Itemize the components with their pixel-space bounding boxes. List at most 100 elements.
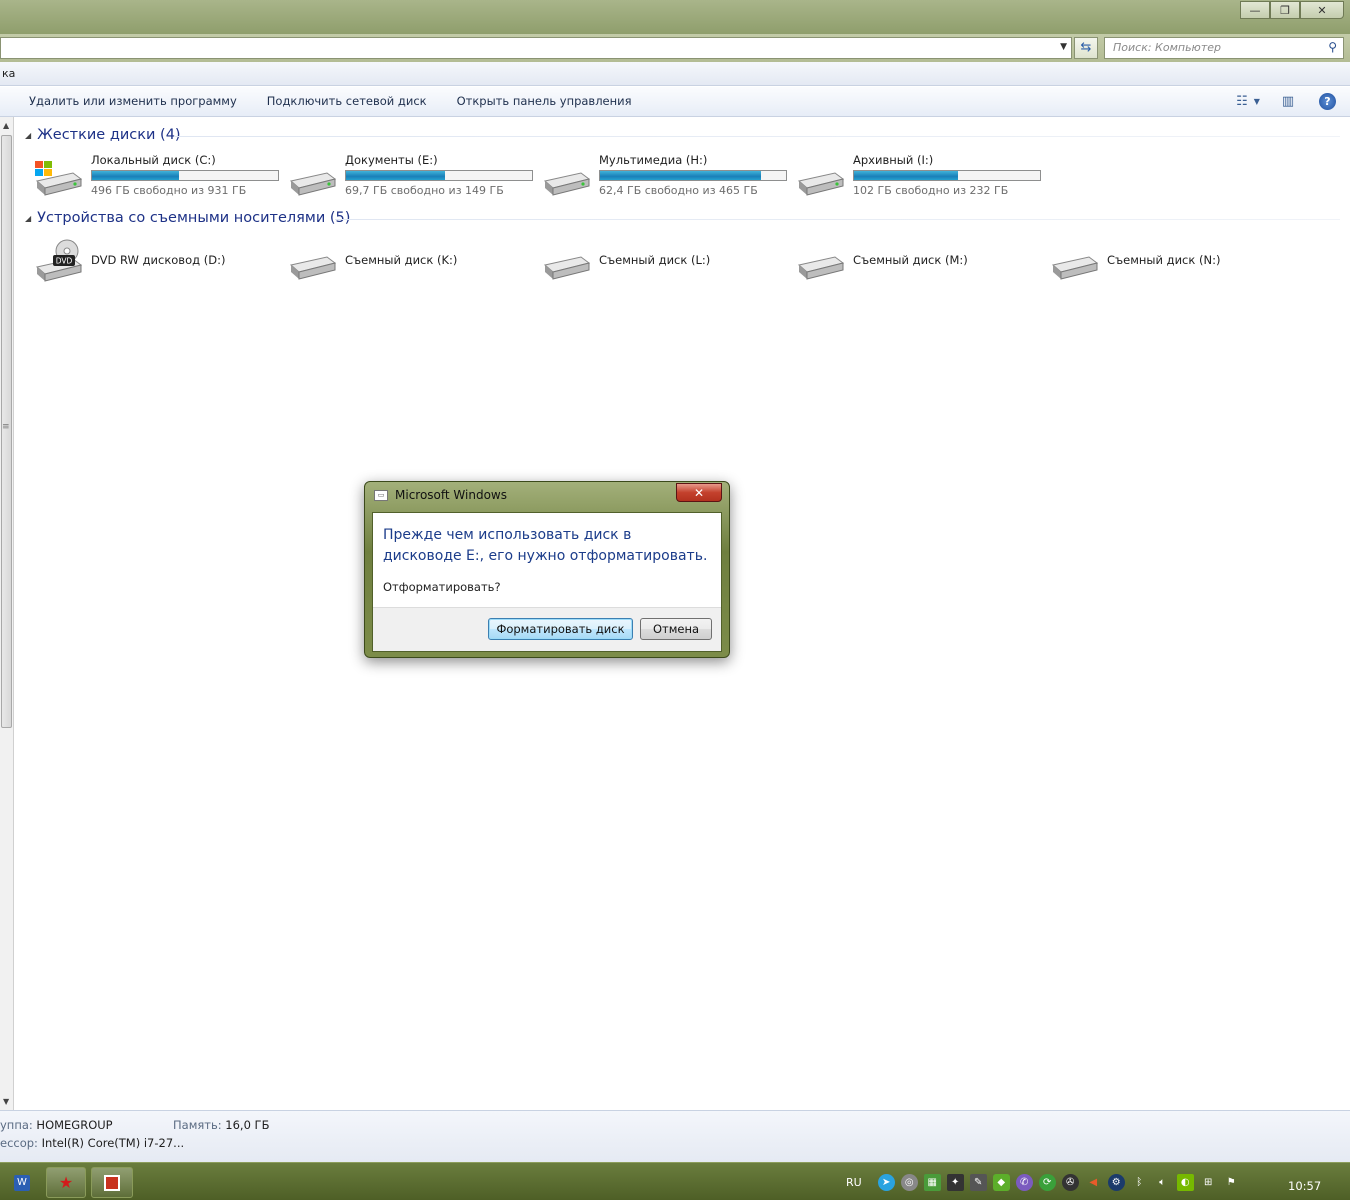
drive-name: Съемный диск (N:) [1107, 253, 1221, 267]
group-divider [335, 219, 1340, 220]
dialog-footer: Форматировать диск Отмена [373, 607, 721, 651]
removable-drive-icon [1051, 256, 1099, 280]
close-icon: ✕ [693, 485, 705, 500]
steam-icon[interactable]: ⚙ [1107, 1173, 1125, 1191]
hard-drive-icon [797, 172, 845, 196]
scroll-down-icon[interactable]: ▼ [3, 1097, 9, 1106]
network-app-icon[interactable]: ✇ [1061, 1173, 1079, 1191]
close-icon: ✕ [1317, 3, 1327, 17]
workgroup-info: уппа: HOMEGROUP [0, 1118, 113, 1132]
volume-icon[interactable]: 🔈︎ [1154, 1174, 1171, 1191]
view-options-button[interactable]: ☷ ▼ [1236, 92, 1260, 110]
group-divider [175, 136, 1340, 137]
workgroup-value: HOMEGROUP [36, 1118, 113, 1132]
tablet-icon[interactable]: ✎ [969, 1173, 987, 1191]
minimize-icon: — [1249, 3, 1261, 17]
drive-usage-bar [91, 170, 279, 181]
help-button[interactable]: ? [1319, 92, 1336, 110]
drive-name: Съемный диск (M:) [853, 253, 968, 267]
drive-item-m[interactable]: Съемный диск (M:) [795, 237, 1045, 285]
explorer-taskbar-button[interactable] [91, 1167, 133, 1198]
action-center-flag-icon[interactable]: ⚑ [1223, 1174, 1240, 1191]
dialog-title: Microsoft Windows [395, 488, 507, 502]
clock[interactable]: 10:57 [1288, 1179, 1321, 1193]
uninstall-program-button[interactable]: Удалить или изменить программу [29, 94, 237, 116]
preview-pane-button[interactable]: ▥ [1279, 92, 1297, 110]
chevron-down-icon: ▼ [1253, 96, 1260, 106]
game-app-icon[interactable]: ✦ [946, 1173, 964, 1191]
memory-info: Память: 16,0 ГБ [173, 1118, 269, 1132]
open-control-panel-button[interactable]: Открыть панель управления [457, 94, 632, 116]
removable-drive-icon [289, 256, 337, 280]
grid-app-icon[interactable]: ▦ [923, 1173, 941, 1191]
refresh-icon: ⇆ [1080, 40, 1092, 55]
taskbar: W ★ RU ➤ ◎ ▦ ✦ ✎ ◆ ✆ ⟳ ✇ ◀ ⚙ ᛒ 🔈︎ ◐ ⊞ ⚑ … [0, 1162, 1350, 1200]
collapse-triangle-icon[interactable]: ◢ [25, 214, 31, 223]
preview-pane-icon: ▥ [1281, 93, 1295, 109]
drive-usage-bar [599, 170, 787, 181]
format-disk-button[interactable]: Форматировать диск [488, 618, 633, 640]
restore-icon: ❐ [1280, 3, 1290, 17]
workgroup-label: уппа: [0, 1118, 33, 1132]
menu-item-fragment[interactable]: ка [2, 67, 15, 80]
telegram-icon[interactable]: ➤ [877, 1173, 895, 1191]
drive-name: DVD RW дисковод (D:) [91, 253, 226, 267]
restore-button[interactable]: ❐ [1270, 1, 1300, 19]
help-icon: ? [1324, 94, 1331, 108]
search-input[interactable]: Поиск: Компьютер ⚲ [1104, 37, 1344, 59]
details-pane: уппа: HOMEGROUP Память: 16,0 ГБ ессор: I… [0, 1110, 1350, 1162]
drive-name: Документы (E:) [345, 153, 438, 167]
dvd-drive-icon: DVD [35, 239, 83, 282]
language-indicator[interactable]: RU [846, 1176, 862, 1189]
drive-item-dvd[interactable]: DVD DVD RW дисковод (D:) [33, 237, 283, 285]
removable-drive-icon [543, 256, 591, 280]
drive-usage-bar [345, 170, 533, 181]
grip-icon: ≡ [2, 422, 10, 432]
app-taskbar-button[interactable]: ★ [46, 1167, 86, 1198]
drive-usage-fill [92, 171, 179, 180]
dialog-close-button[interactable]: ✕ [676, 483, 722, 502]
drive-name: Архивный (I:) [853, 153, 934, 167]
svg-text:DVD: DVD [56, 257, 73, 266]
bluetooth-icon[interactable]: ᛒ [1131, 1174, 1148, 1191]
address-bar: ▼ ⇆ Поиск: Компьютер ⚲ [0, 34, 1350, 62]
group-header-removable[interactable]: ◢ Устройства со съемными носителями (5) [25, 210, 350, 226]
navigation-pane-scrollbar[interactable]: ▲ ≡ ▼ [0, 117, 14, 1110]
group-header-hard-drives[interactable]: ◢ Жесткие диски (4) [25, 127, 181, 143]
nvidia-icon[interactable]: ◐ [1176, 1173, 1194, 1191]
drive-name: Локальный диск (C:) [91, 153, 216, 167]
drive-item-h[interactable]: Мультимедиа (H:) 62,4 ГБ свободно из 465… [541, 153, 791, 201]
dialog-message: Прежде чем использовать диск в дисководе… [383, 527, 708, 564]
alert-app-icon[interactable]: ◀ [1085, 1174, 1102, 1191]
network-icon[interactable]: ⊞ [1200, 1174, 1217, 1191]
chevron-down-icon[interactable]: ▼ [1060, 42, 1067, 52]
drive-item-n[interactable]: Съемный диск (N:) [1049, 237, 1299, 285]
memory-value: 16,0 ГБ [225, 1118, 270, 1132]
windows-drive-icon [35, 161, 83, 196]
group-title: Жесткие диски (4) [37, 127, 181, 143]
disc-icon[interactable]: ◎ [900, 1173, 918, 1191]
hard-drive-icon [289, 172, 337, 196]
collapse-triangle-icon[interactable]: ◢ [25, 131, 31, 140]
drive-name: Мультимедиа (H:) [599, 153, 708, 167]
drive-item-l[interactable]: Съемный диск (L:) [541, 237, 791, 285]
viber-icon[interactable]: ✆ [1015, 1173, 1033, 1191]
scroll-up-icon[interactable]: ▲ [3, 121, 9, 130]
search-icon[interactable]: ⚲ [1328, 40, 1337, 54]
close-window-button[interactable]: ✕ [1300, 1, 1344, 19]
cancel-button[interactable]: Отмена [640, 618, 712, 640]
window-controls: — ❐ ✕ [1240, 1, 1344, 19]
drive-item-k[interactable]: Съемный диск (K:) [287, 237, 537, 285]
map-network-drive-button[interactable]: Подключить сетевой диск [267, 94, 427, 116]
refresh-button[interactable]: ⇆ [1074, 37, 1098, 59]
sync-icon[interactable]: ⟳ [1038, 1173, 1056, 1191]
drive-item-e[interactable]: Документы (E:) 69,7 ГБ свободно из 149 Г… [287, 153, 537, 201]
drive-item-c[interactable]: Локальный диск (C:) 496 ГБ свободно из 9… [33, 153, 283, 201]
word-taskbar-button[interactable]: W [4, 1167, 40, 1198]
address-field[interactable]: ▼ [0, 37, 1072, 59]
drive-usage-bar [853, 170, 1041, 181]
minimize-button[interactable]: — [1240, 1, 1270, 19]
drive-item-i[interactable]: Архивный (I:) 102 ГБ свободно из 232 ГБ [795, 153, 1045, 201]
format-disk-dialog: ▭ Microsoft Windows ✕ Прежде чем использ… [364, 481, 730, 658]
update-app-icon[interactable]: ◆ [992, 1173, 1010, 1191]
